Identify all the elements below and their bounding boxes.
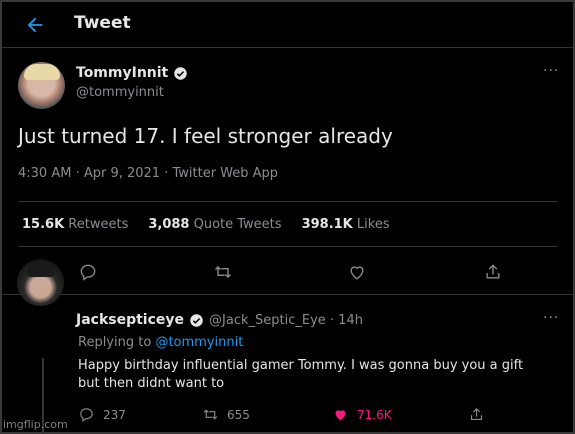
like-button[interactable]: 71.6K [332,406,392,423]
replying-to: Replying to @tommyinnit [78,335,244,350]
retweet-icon [203,409,218,420]
likes-stat[interactable]: 398.1K Likes [302,217,390,232]
divider [18,201,558,202]
like-icon[interactable] [347,262,367,282]
quote-tweets-stat[interactable]: 3,088 Quote Tweets [148,217,281,232]
reply-icon[interactable] [78,262,98,282]
tweet-actions [2,262,573,286]
tweet-timestamp[interactable]: 4:30 AM · Apr 9, 2021 · Twitter Web App [18,166,278,181]
reply-button[interactable]: 237 [78,406,126,423]
verified-badge-icon [174,66,187,80]
heart-filled-icon [335,410,346,421]
reply-handle-time[interactable]: @Jack_Septic_Eye · 14h [209,313,363,328]
reply-author-name[interactable]: Jacksepticeye [76,312,184,328]
share-button[interactable] [468,406,485,423]
tweet-header: Tweet [2,2,573,48]
reply-icon [80,408,93,423]
reply-text: Happy birthday influential gamer Tommy. … [78,358,524,391]
retweets-stat[interactable]: 15.6K Retweets [22,217,128,232]
author-handle[interactable]: @tommyinnit [76,85,164,100]
page-title: Tweet [74,13,131,33]
arrow-left-icon[interactable] [24,14,46,36]
watermark: imgflip.com [3,418,68,431]
retweet-button[interactable]: 655 [202,406,250,423]
mention-link[interactable]: @tommyinnit [155,335,243,350]
share-icon [470,408,483,421]
more-options-icon[interactable]: ··· [543,63,559,79]
verified-badge-icon [190,313,203,327]
share-icon[interactable] [483,262,503,282]
retweet-count: 655 [227,407,250,422]
avatar[interactable] [18,62,65,109]
retweet-icon[interactable] [213,262,233,282]
reply-count: 237 [103,407,126,422]
reply-tweet[interactable]: Jacksepticeye @Jack_Septic_Eye · 14h ···… [2,296,573,434]
author-name[interactable]: TommyInnit [76,65,168,81]
divider [18,246,558,247]
like-count: 71.6K [357,407,392,422]
main-tweet[interactable]: TommyInnit @tommyinnit ··· Just turned 1… [2,49,573,295]
tweet-text: Just turned 17. I feel stronger already [18,124,393,148]
tweet-stats: 15.6K Retweets 3,088 Quote Tweets 398.1K… [22,217,390,232]
more-options-icon[interactable]: ··· [543,310,559,326]
